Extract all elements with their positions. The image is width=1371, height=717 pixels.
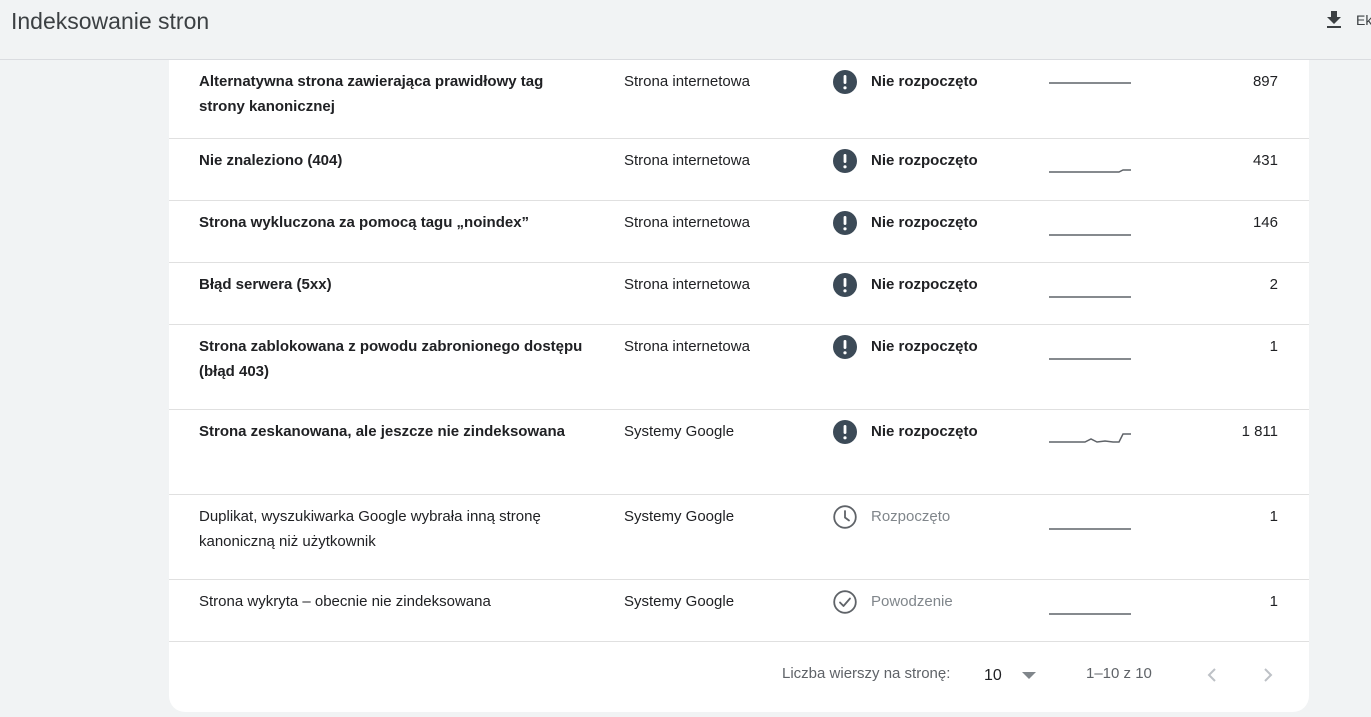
table-row[interactable]: Nie znaleziono (404) Strona internetowa … bbox=[169, 139, 1309, 201]
table-pagination: Liczba wierszy na stronę: 10 1–10 z 10 bbox=[169, 643, 1309, 712]
trend-sparkline bbox=[1049, 169, 1131, 173]
reason-cell: Błąd serwera (5xx) bbox=[199, 276, 332, 293]
reason-cell: Strona wykluczona za pomocą tagu „noinde… bbox=[199, 214, 530, 231]
rows-per-page-value: 10 bbox=[984, 667, 1002, 684]
status-label: Rozpoczęto bbox=[871, 508, 951, 525]
page-title: Indeksowanie stron bbox=[11, 8, 210, 34]
reason-cell: Strona zeskanowana, ale jeszcze nie zind… bbox=[199, 423, 565, 440]
reason-cell: Strona zablokowana z powodu zabronionego… bbox=[199, 338, 583, 380]
rows-per-page-select[interactable]: 10 bbox=[984, 661, 1036, 691]
export-button[interactable]: Ek bbox=[1322, 8, 1371, 32]
alert-circle-icon bbox=[833, 70, 857, 94]
source-cell: Systemy Google bbox=[624, 593, 735, 610]
trend-sparkline bbox=[1049, 82, 1131, 84]
alert-circle-icon bbox=[833, 149, 857, 173]
source-cell: Strona internetowa bbox=[624, 214, 750, 231]
source-cell: Strona internetowa bbox=[624, 338, 750, 355]
trend-sparkline bbox=[1049, 296, 1131, 298]
reason-cell: Alternatywna strona zawierająca prawidło… bbox=[199, 73, 544, 115]
table-row[interactable]: Strona wykryta – obecnie nie zindeksowan… bbox=[169, 580, 1309, 642]
trend-sparkline bbox=[1049, 358, 1131, 360]
alert-circle-icon bbox=[833, 211, 857, 235]
table-row[interactable]: Błąd serwera (5xx) Strona internetowa Ni… bbox=[169, 263, 1309, 325]
source-cell: Systemy Google bbox=[624, 423, 735, 440]
download-icon bbox=[1327, 11, 1341, 28]
pages-count: 146 bbox=[1252, 214, 1278, 231]
source-cell: Strona internetowa bbox=[624, 276, 750, 293]
trend-sparkline bbox=[1049, 234, 1131, 236]
pages-count: 431 bbox=[1252, 152, 1278, 169]
table-row[interactable]: Alternatywna strona zawierająca prawidło… bbox=[169, 60, 1309, 139]
alert-circle-icon bbox=[833, 420, 857, 444]
status-label: Nie rozpoczęto bbox=[871, 152, 978, 169]
status-label: Nie rozpoczęto bbox=[871, 214, 978, 231]
reason-cell: Nie znaleziono (404) bbox=[199, 152, 343, 169]
reason-cell: Strona wykryta – obecnie nie zindeksowan… bbox=[199, 593, 491, 610]
status-label: Powodzenie bbox=[871, 593, 953, 610]
pages-count: 1 bbox=[1269, 338, 1278, 355]
status-label: Nie rozpoczęto bbox=[871, 338, 978, 355]
trend-sparkline bbox=[1049, 433, 1131, 443]
pages-count: 1 bbox=[1269, 593, 1278, 610]
export-label: Ek bbox=[1356, 12, 1371, 28]
pages-count: 2 bbox=[1269, 276, 1278, 293]
reason-cell: Duplikat, wyszukiwarka Google wybrała in… bbox=[199, 508, 541, 550]
clock-icon bbox=[833, 505, 857, 529]
pages-count: 897 bbox=[1252, 73, 1278, 90]
source-cell: Systemy Google bbox=[624, 508, 735, 525]
status-label: Nie rozpoczęto bbox=[871, 423, 978, 440]
page-header: Indeksowanie stron Ek bbox=[0, 0, 1371, 60]
trend-sparkline bbox=[1049, 613, 1131, 615]
table-row[interactable]: Strona zablokowana z powodu zabronionego… bbox=[169, 325, 1309, 410]
rows-per-page-label: Liczba wierszy na stronę: bbox=[782, 665, 951, 682]
source-cell: Strona internetowa bbox=[624, 73, 750, 90]
table-row[interactable]: Duplikat, wyszukiwarka Google wybrała in… bbox=[169, 495, 1309, 580]
check-circle-icon bbox=[833, 590, 857, 614]
source-cell: Strona internetowa bbox=[624, 152, 750, 169]
dropdown-arrow-icon bbox=[1021, 672, 1036, 679]
table-row[interactable]: Strona wykluczona za pomocą tagu „noinde… bbox=[169, 201, 1309, 263]
chevron-left-icon[interactable] bbox=[1200, 663, 1224, 687]
trend-sparkline bbox=[1049, 528, 1131, 530]
pages-count: 1 811 bbox=[1241, 423, 1278, 440]
chevron-right-icon[interactable] bbox=[1256, 663, 1280, 687]
alert-circle-icon bbox=[833, 273, 857, 297]
report-table: Alternatywna strona zawierająca prawidło… bbox=[169, 60, 1309, 712]
alert-circle-icon bbox=[833, 335, 857, 359]
table-row[interactable]: Strona zeskanowana, ale jeszcze nie zind… bbox=[169, 410, 1309, 495]
status-label: Nie rozpoczęto bbox=[871, 73, 978, 90]
pages-count: 1 bbox=[1269, 508, 1278, 525]
pagination-range: 1–10 z 10 bbox=[1086, 665, 1152, 682]
status-label: Nie rozpoczęto bbox=[871, 276, 978, 293]
